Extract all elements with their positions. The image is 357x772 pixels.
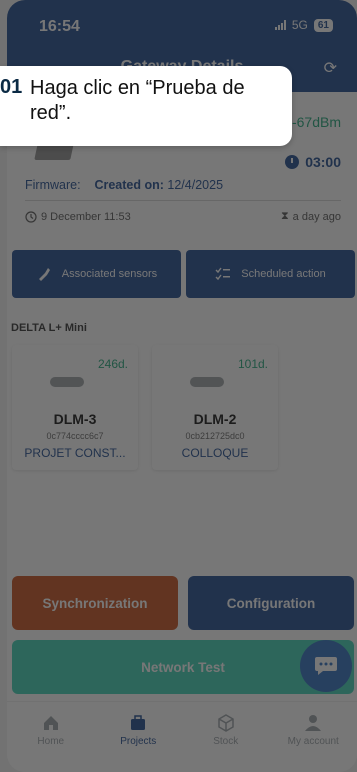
section-title: DELTA L+ Mini [11, 322, 87, 334]
status-time: 16:54 [39, 18, 80, 35]
last-seen-text: 9 December 11:53 [41, 210, 131, 223]
scheduled-action-button[interactable]: Scheduled action [186, 250, 355, 298]
chat-icon [315, 657, 337, 675]
sensor-name: DLM-2 [193, 411, 237, 427]
status-bar: 16:54 5G 61 [7, 0, 357, 50]
timer-icon [285, 155, 300, 169]
tab-label: Projects [120, 736, 157, 747]
last-seen: 9 December 11:53 [25, 211, 131, 223]
divider [25, 200, 341, 201]
checklist-icon [215, 267, 231, 281]
tab-my-account[interactable]: My account [270, 702, 357, 772]
signal-strength: -67dBm [291, 114, 341, 130]
created-date: 12/4/2025 [167, 178, 224, 192]
sensor-project: COLLOQUE [181, 446, 249, 460]
chat-button[interactable] [300, 640, 352, 692]
network-type: 5G [291, 18, 308, 32]
cell-signal-icon [274, 20, 286, 30]
status-indicators: 5G 61 [274, 18, 333, 32]
refresh-icon[interactable]: ⟳ [324, 58, 337, 78]
sensor-days: 101d. [237, 357, 268, 371]
clock-icon [25, 210, 37, 223]
sensor-image [190, 377, 224, 387]
created-label: Created on: [94, 178, 164, 192]
sensor-image [50, 377, 84, 387]
sensor-probe-icon [38, 268, 50, 281]
tab-home[interactable]: Home [7, 702, 95, 772]
relative-time: ⧗ a day ago [281, 210, 341, 223]
hourglass-icon: ⧗ [280, 210, 289, 222]
firmware-line: Firmware: Created on: 12/4/2025 [25, 178, 223, 192]
tab-label: Home [37, 736, 65, 747]
associated-sensors-label: Associated sensors [61, 268, 158, 280]
tab-label: My account [287, 736, 339, 747]
sensor-project: PROJET CONST... [24, 446, 126, 460]
tooltip-text: Haga clic en “Prueba de red”. [30, 77, 245, 124]
briefcase-icon [131, 715, 146, 730]
user-icon [305, 715, 322, 731]
box-icon [218, 714, 234, 732]
timer-row: 03:00 [285, 154, 341, 170]
sensor-id: 0c774cccc6c7 [46, 431, 104, 441]
firmware-label: Firmware: [25, 178, 81, 192]
tab-label: Stock [213, 736, 239, 747]
sensor-name: DLM-3 [53, 411, 97, 427]
bottom-tab-bar: Home Projects Stock My account [7, 701, 357, 772]
sensor-card[interactable]: 101d. DLM-2 0cb212725dc0 COLLOQUE [152, 345, 278, 470]
sensor-id: 0cb212725dc0 [185, 431, 245, 441]
tutorial-tooltip: 01 Haga clic en “Prueba de red”. [0, 66, 292, 146]
battery-icon: 61 [313, 18, 333, 32]
associated-sensors-button[interactable]: Associated sensors [12, 250, 181, 298]
tab-projects[interactable]: Projects [95, 702, 183, 772]
relative-time-text: a day ago [292, 210, 341, 223]
tooltip-step-number: 01 [0, 76, 23, 98]
timer-value: 03:00 [305, 154, 341, 170]
configuration-button[interactable]: Configuration [188, 576, 354, 630]
date-row: 9 December 11:53 ⧗ a day ago [25, 210, 341, 223]
tab-stock[interactable]: Stock [182, 702, 270, 772]
home-icon [43, 716, 58, 730]
scheduled-action-label: Scheduled action [241, 268, 326, 280]
sensor-card[interactable]: 246d. DLM-3 0c774cccc6c7 PROJET CONST... [12, 345, 138, 470]
synchronization-button[interactable]: Synchronization [12, 576, 178, 630]
sensor-days: 246d. [97, 357, 128, 371]
